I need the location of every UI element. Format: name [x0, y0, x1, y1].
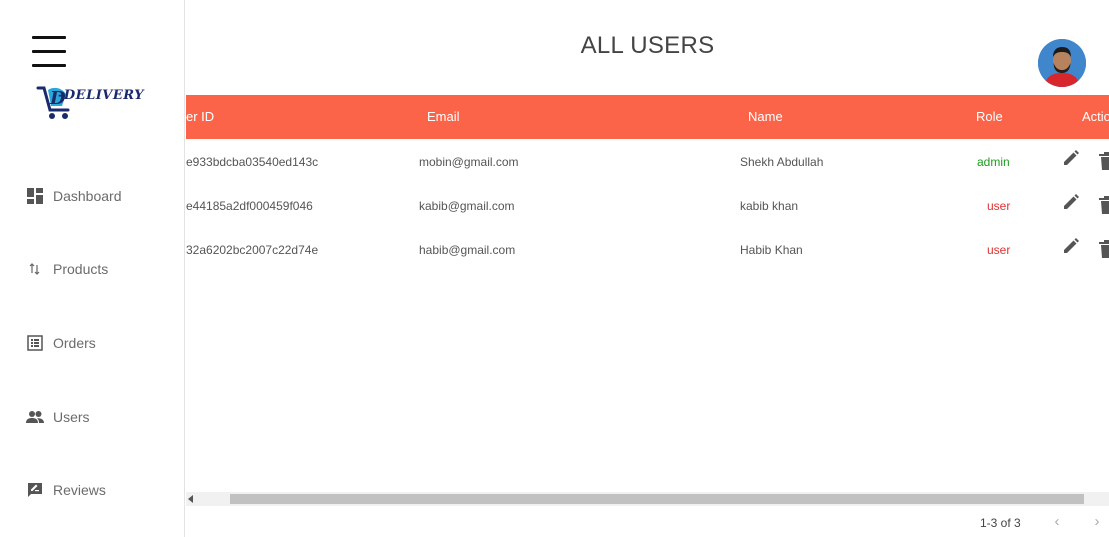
name-cell: Habib Khan	[740, 243, 803, 257]
main-content: ALL USERS er ID Email Name Role Actio e9…	[186, 0, 1109, 537]
sidebar-item-label: Dashboard	[53, 188, 122, 204]
next-page-button[interactable]: ›	[1088, 513, 1106, 531]
hamburger-line	[32, 64, 66, 67]
sidebar-item-label: Users	[53, 409, 90, 425]
edit-icon[interactable]	[1062, 237, 1080, 255]
role-cell: user	[987, 199, 1011, 213]
list-icon	[26, 334, 44, 352]
delete-icon[interactable]	[1098, 240, 1109, 258]
role-cell: admin	[977, 155, 1010, 169]
logo-text: -DELIVERY	[58, 88, 144, 103]
sidebar-item-users[interactable]: Users	[26, 405, 90, 429]
horizontal-scrollbar[interactable]	[186, 492, 1109, 506]
edit-icon[interactable]	[1062, 193, 1080, 211]
sidebar-item-label: Reviews	[53, 482, 106, 498]
delete-icon[interactable]	[1098, 196, 1109, 214]
table-row: e933bdcba03540ed143c mobin@gmail.com She…	[186, 139, 1109, 183]
previous-page-button[interactable]: ‹	[1048, 513, 1066, 531]
email-cell: kabib@gmail.com	[419, 199, 515, 213]
users-icon	[26, 408, 44, 426]
column-header-name[interactable]: Name	[748, 109, 783, 124]
name-cell: kabib khan	[740, 199, 799, 213]
pagination-range: 1-3 of 3	[980, 516, 1021, 530]
sidebar-item-label: Products	[53, 261, 109, 277]
user-avatar-icon	[1038, 39, 1086, 87]
logo[interactable]: D -DELIVERY	[36, 82, 156, 122]
hamburger-line	[32, 50, 66, 53]
app-root: D -DELIVERY Dashboard Products Orders Us…	[0, 0, 1109, 537]
sidebar-item-reviews[interactable]: Reviews	[26, 478, 106, 502]
page-title: ALL USERS	[580, 32, 715, 59]
table-row: e44185a2df000459f046 kabib@gmail.com kab…	[186, 183, 1109, 227]
role-cell: user	[987, 243, 1011, 257]
sort-arrows-icon	[26, 260, 44, 278]
user-id-cell: e933bdcba03540ed143c	[186, 155, 319, 169]
hamburger-line	[32, 36, 66, 39]
user-id-cell: e44185a2df000459f046	[186, 199, 313, 213]
column-header-email[interactable]: Email	[427, 109, 460, 124]
email-cell: mobin@gmail.com	[419, 155, 519, 169]
dashboard-icon	[26, 187, 44, 205]
user-id-cell: 32a6202bc2007c22d74e	[186, 243, 319, 257]
name-cell: Shekh Abdullah	[740, 155, 824, 169]
table-row: 32a6202bc2007c22d74e habib@gmail.com Hab…	[186, 227, 1109, 271]
table-header: er ID Email Name Role Actio	[186, 95, 1109, 139]
sidebar-item-products[interactable]: Products	[26, 257, 108, 281]
column-header-role[interactable]: Role	[976, 109, 1003, 124]
scroll-left-arrow-icon[interactable]	[188, 495, 193, 503]
scrollbar-thumb[interactable]	[230, 494, 1084, 504]
sidebar-item-dashboard[interactable]: Dashboard	[26, 184, 122, 208]
delete-icon[interactable]	[1098, 152, 1109, 170]
email-cell: habib@gmail.com	[419, 243, 516, 257]
column-header-actions[interactable]: Actio	[1082, 109, 1109, 124]
menu-toggle-button[interactable]	[32, 36, 66, 68]
column-header-user-id[interactable]: er ID	[186, 109, 214, 124]
sidebar-item-label: Orders	[53, 335, 96, 351]
avatar[interactable]	[1038, 39, 1086, 87]
sidebar-item-orders[interactable]: Orders	[26, 331, 96, 355]
sidebar: D -DELIVERY Dashboard Products Orders Us…	[0, 0, 185, 537]
edit-icon[interactable]	[1062, 149, 1080, 167]
rate-review-icon	[26, 481, 44, 499]
